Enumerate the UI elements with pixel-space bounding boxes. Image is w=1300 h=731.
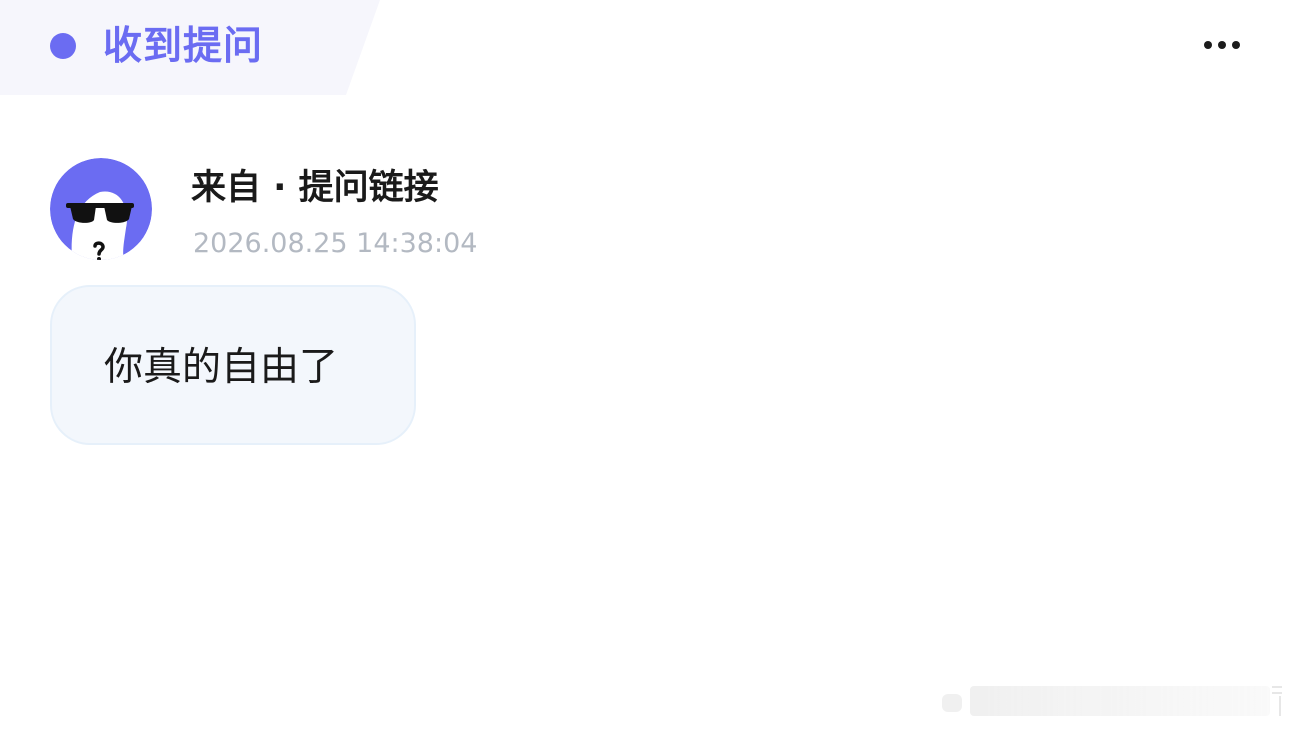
more-options-button[interactable]	[1196, 30, 1248, 60]
more-dot-icon	[1232, 41, 1240, 49]
avatar[interactable]	[50, 158, 152, 260]
watermark-icon	[942, 686, 1282, 716]
more-dot-icon	[1204, 41, 1212, 49]
question-text: 你真的自由了	[104, 345, 339, 390]
question-card: 收到提问 来自 · 提问链接 2026.08.25 14:38:04 你真的自由…	[0, 0, 1300, 731]
header-dot-icon	[50, 33, 76, 59]
question-bubble: 你真的自由了	[50, 285, 416, 445]
timestamp: 2026.08.25 14:38:04	[193, 228, 478, 259]
more-dot-icon	[1218, 41, 1226, 49]
page-title: 收到提问	[103, 24, 264, 69]
source-label: 来自 · 提问链接	[191, 168, 439, 208]
sunglasses-avatar-icon	[50, 158, 152, 260]
